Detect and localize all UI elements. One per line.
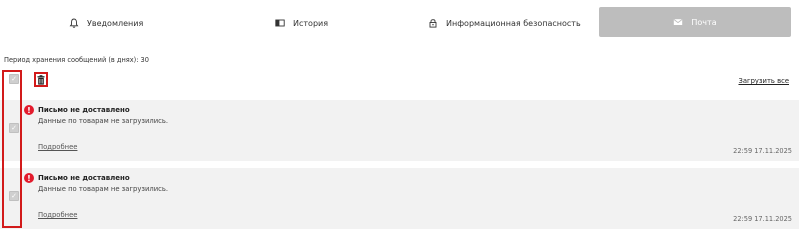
tab-mail[interactable]: Почта — [599, 7, 791, 37]
trash-icon — [37, 74, 45, 85]
message-text: Данные по товарам не загрузились. — [38, 185, 169, 193]
error-icon: ! — [24, 173, 34, 183]
message-title: Письмо не доставлено — [38, 174, 130, 182]
history-icon — [275, 19, 285, 27]
list-toolbar: ✓ Загрузить все — [0, 70, 799, 94]
tab-notifications-label: Уведомления — [87, 18, 144, 28]
lock-icon — [429, 19, 437, 28]
tab-history[interactable]: История — [275, 8, 328, 38]
error-icon: ! — [24, 105, 34, 115]
mail-icon — [673, 19, 683, 25]
retention-period-text: Период хранения сообщений (в днях): 30 — [4, 56, 149, 64]
message-title: Письмо не доставлено — [38, 106, 130, 114]
tab-notifications[interactable]: Уведомления — [69, 8, 143, 38]
bell-icon — [69, 18, 79, 28]
message-item: ✓ ! Письмо не доставлено Данные по товар… — [0, 100, 799, 161]
details-link[interactable]: Подробнее — [38, 143, 77, 151]
message-timestamp: 22:59 17.11.2025 — [733, 147, 792, 155]
checkbox-column-highlight — [2, 70, 22, 228]
tab-bar: Уведомления История Информационная безоп… — [0, 0, 799, 40]
tab-mail-label: Почта — [691, 17, 717, 27]
delete-button[interactable] — [34, 72, 48, 87]
message-text: Данные по товарам не загрузились. — [38, 117, 169, 125]
tab-security-label: Информационная безопасность — [446, 18, 581, 28]
message-timestamp: 22:59 17.11.2025 — [733, 215, 792, 223]
details-link[interactable]: Подробнее — [38, 211, 77, 219]
load-all-link[interactable]: Загрузить все — [738, 77, 789, 85]
message-item: ✓ ! Письмо не доставлено Данные по товар… — [0, 168, 799, 229]
tab-history-label: История — [293, 18, 329, 28]
tab-security[interactable]: Информационная безопасность — [428, 8, 581, 38]
